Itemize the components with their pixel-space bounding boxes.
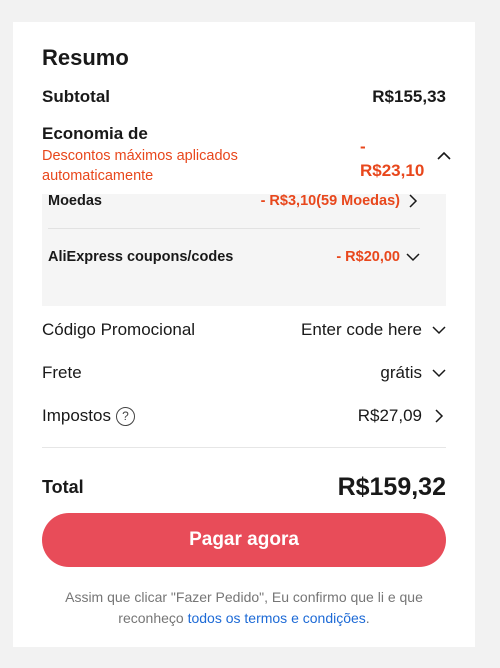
shipping-row[interactable]: Frete grátis	[42, 361, 446, 385]
savings-label: Economia de	[42, 124, 148, 143]
taxes-value: R$27,09	[357, 406, 422, 425]
subtotal-row: Subtotal R$155,33	[42, 86, 446, 108]
breakdown-divider	[48, 228, 420, 229]
terms-link[interactable]: todos os termos e condições	[188, 610, 366, 626]
shipping-label: Frete	[42, 363, 82, 382]
savings-description: Descontos máximos aplicados automaticame…	[42, 148, 238, 184]
taxes-row[interactable]: Impostos ? R$27,09	[42, 404, 446, 428]
coupons-value: - R$20,00	[336, 249, 400, 265]
help-icon[interactable]: ?	[115, 406, 135, 426]
coins-label: Moedas	[48, 193, 102, 209]
shipping-value: grátis	[380, 363, 422, 382]
promo-code-label: Código Promocional	[42, 320, 196, 339]
savings-amount: R$23,10	[360, 161, 425, 180]
coins-value: - R$3,10(59 Moedas)	[260, 193, 400, 209]
coupons-row[interactable]: AliExpress coupons/codes - R$20,00	[48, 245, 420, 269]
coupons-label: AliExpress coupons/codes	[48, 249, 234, 265]
chevron-down-icon	[432, 369, 446, 378]
chevron-right-icon	[409, 194, 418, 208]
summary-title: Resumo	[42, 45, 129, 70]
coins-row[interactable]: Moedas - R$3,10(59 Moedas)	[48, 189, 420, 213]
chevron-down-icon	[432, 326, 446, 335]
subtotal-label: Subtotal	[42, 87, 110, 106]
savings-sign: -	[360, 137, 366, 156]
chevron-down-icon	[406, 253, 420, 262]
chevron-up-icon[interactable]	[436, 149, 452, 163]
promo-code-input[interactable]: Enter code here	[301, 320, 422, 340]
subtotal-value: R$155,33	[372, 87, 446, 106]
pay-now-button[interactable]: Pagar agora	[42, 513, 446, 567]
chevron-right-icon	[435, 409, 444, 423]
savings-value: - R$23,10	[360, 135, 430, 183]
promo-code-row[interactable]: Código Promocional Enter code here	[42, 318, 446, 342]
taxes-label: Impostos	[42, 406, 111, 425]
